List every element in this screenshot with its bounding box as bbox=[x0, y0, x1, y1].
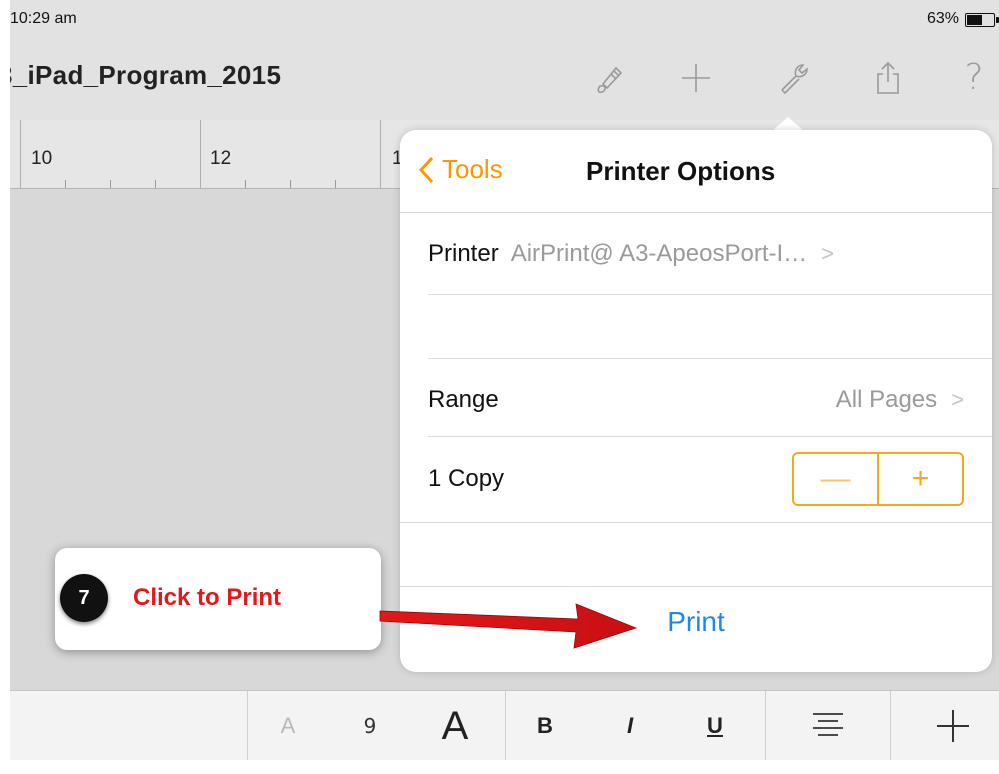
battery-percent: 63% bbox=[926, 10, 959, 27]
increase-font-size-button[interactable]: A bbox=[430, 691, 480, 760]
callout-text: Click to Print bbox=[133, 584, 282, 611]
italic-button[interactable]: I bbox=[610, 691, 650, 760]
paintbrush-icon[interactable] bbox=[590, 58, 630, 98]
ruler-minor-tick bbox=[290, 180, 291, 188]
status-time: 10:29 am bbox=[10, 10, 77, 27]
range-row[interactable]: Range All Pages > bbox=[428, 380, 964, 420]
toolbar-divider bbox=[247, 691, 248, 760]
printer-value: AirPrint@ A3-ApeosPort-I… bbox=[510, 240, 808, 267]
divider bbox=[400, 522, 992, 523]
chevron-left-icon bbox=[418, 156, 434, 183]
copies-stepper: — + bbox=[792, 452, 964, 506]
format-toolbar: A 9 A B I U bbox=[10, 690, 999, 760]
popover-title: Printer Options bbox=[586, 156, 776, 186]
align-center-icon[interactable] bbox=[800, 691, 856, 760]
title-bar: 3_iPad_Program_2015 ? bbox=[10, 38, 999, 121]
font-size-value[interactable]: 9 bbox=[355, 691, 385, 760]
divider bbox=[400, 586, 992, 587]
plus-icon[interactable] bbox=[676, 58, 716, 98]
annotation-arrow-icon bbox=[379, 603, 638, 649]
ruler-minor-tick bbox=[155, 180, 156, 188]
back-to-tools-button[interactable]: Tools bbox=[418, 154, 503, 185]
battery-fill bbox=[967, 15, 982, 25]
decrease-font-size-button[interactable]: A bbox=[268, 691, 308, 760]
ruler-major-tick bbox=[20, 120, 21, 188]
ruler-minor-tick bbox=[335, 180, 336, 188]
toolbar-divider bbox=[765, 691, 766, 760]
battery-icon bbox=[965, 13, 999, 27]
printer-row[interactable]: Printer AirPrint@ A3-ApeosPort-I… > bbox=[428, 234, 964, 274]
decrease-copies-button[interactable]: — bbox=[794, 454, 879, 504]
ruler-minor-tick bbox=[110, 180, 111, 188]
copies-row: 1 Copy — + bbox=[428, 452, 964, 506]
popover-header: Tools Printer Options bbox=[400, 130, 992, 213]
step-number-badge: 7 bbox=[60, 574, 108, 622]
toolbar-divider bbox=[505, 691, 506, 760]
range-value: All Pages bbox=[835, 386, 938, 413]
popover-arrow bbox=[772, 117, 804, 131]
range-label: Range bbox=[428, 386, 499, 413]
divider bbox=[428, 294, 992, 295]
increase-copies-button[interactable]: + bbox=[879, 454, 962, 504]
insert-plus-button[interactable] bbox=[925, 691, 981, 760]
document-title: 3_iPad_Program_2015 bbox=[10, 60, 282, 90]
chevron-right-icon: > bbox=[951, 387, 964, 412]
toolbar-divider bbox=[890, 691, 891, 760]
ruler-label: 10 bbox=[31, 148, 53, 169]
ruler-minor-tick bbox=[245, 180, 246, 188]
share-icon[interactable] bbox=[868, 58, 908, 98]
help-icon[interactable]: ? bbox=[954, 58, 994, 98]
ruler-label: 12 bbox=[210, 148, 232, 169]
bold-button[interactable]: B bbox=[525, 691, 565, 760]
copies-label: 1 Copy bbox=[428, 465, 505, 492]
printer-label: Printer bbox=[428, 240, 499, 267]
tutorial-callout: 7 Click to Print bbox=[55, 548, 381, 650]
wrench-icon[interactable] bbox=[774, 58, 814, 98]
divider bbox=[428, 436, 992, 437]
ruler-major-tick bbox=[380, 120, 381, 188]
chevron-right-icon: > bbox=[821, 241, 835, 266]
ruler-minor-tick bbox=[65, 180, 66, 188]
underline-button[interactable]: U bbox=[695, 691, 735, 760]
status-bar: 10:29 am 63% bbox=[10, 0, 999, 38]
ruler-major-tick bbox=[200, 120, 201, 188]
divider bbox=[428, 358, 992, 359]
back-label: Tools bbox=[442, 154, 503, 184]
